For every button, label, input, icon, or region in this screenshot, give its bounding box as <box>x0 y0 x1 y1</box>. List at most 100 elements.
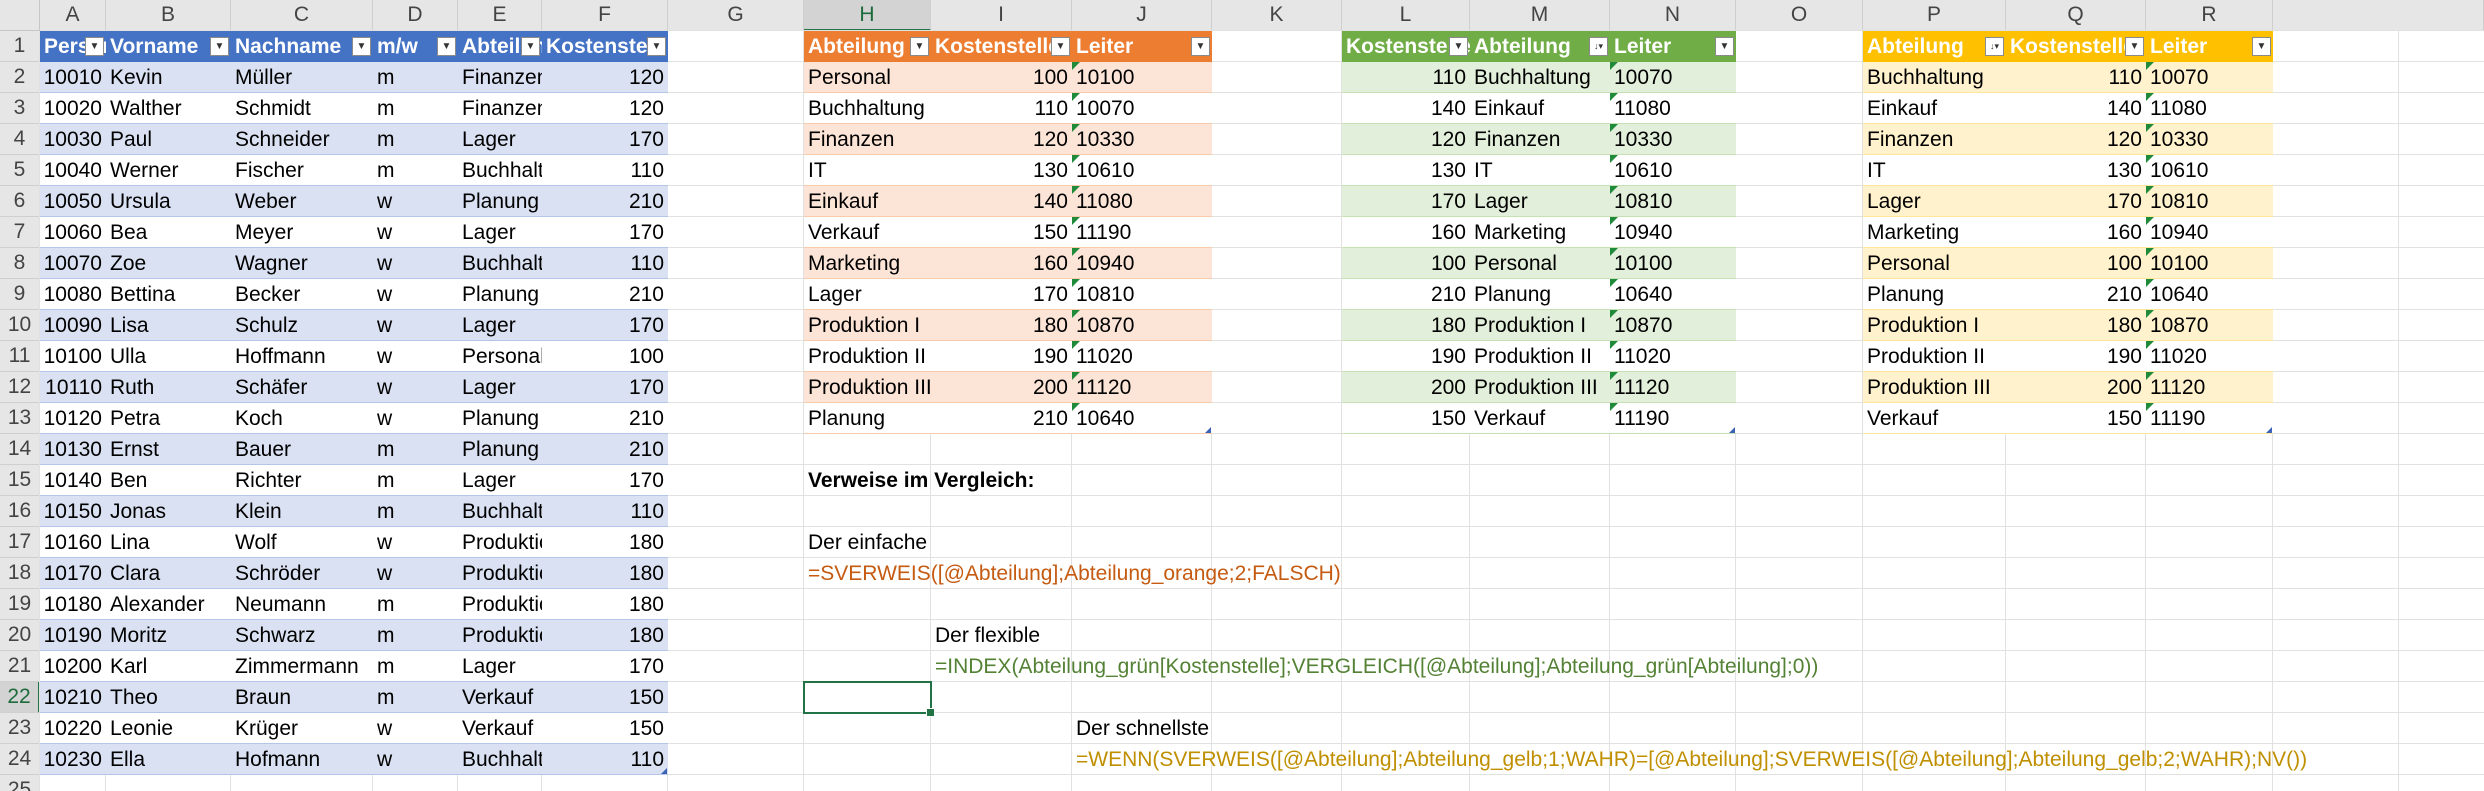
row-header-16[interactable]: 16 <box>0 496 40 527</box>
persons-cell[interactable]: 180 <box>542 589 668 620</box>
green-cell[interactable]: 170 <box>1342 186 1470 217</box>
yellow-cell[interactable]: 10940 <box>2146 217 2273 248</box>
green-cell[interactable]: Buchhaltung <box>1470 62 1610 93</box>
green-cell[interactable]: 200 <box>1342 372 1470 403</box>
orange-cell[interactable]: 10100 <box>1072 62 1212 93</box>
orange-cell[interactable]: Buchhaltung <box>804 93 931 124</box>
dropdown-arrow-icon[interactable]: ▼ <box>85 37 104 56</box>
persons-cell[interactable]: 170 <box>542 217 668 248</box>
row-header-3[interactable]: 3 <box>0 93 40 124</box>
orange-cell[interactable]: 200 <box>931 372 1072 403</box>
persons-cell[interactable]: Bea <box>106 217 231 248</box>
green-cell[interactable]: Einkauf <box>1470 93 1610 124</box>
yellow-cell[interactable]: Produktion III <box>1863 372 2006 403</box>
row-header-19[interactable]: 19 <box>0 589 40 620</box>
persons-cell[interactable]: 180 <box>542 620 668 651</box>
orange-cell[interactable]: 10810 <box>1072 279 1212 310</box>
persons-cell[interactable]: w <box>373 744 458 775</box>
persons-cell[interactable]: Klein <box>231 496 373 527</box>
persons-cell[interactable]: 170 <box>542 310 668 341</box>
persons-cell[interactable]: m <box>373 62 458 93</box>
yellow-cell[interactable]: 10640 <box>2146 279 2273 310</box>
row-header-4[interactable]: 4 <box>0 124 40 155</box>
persons-cell[interactable]: Verkauf <box>458 713 542 744</box>
persons-cell[interactable]: w <box>373 372 458 403</box>
persons-cell[interactable]: Finanzen <box>458 62 542 93</box>
yellow-cell[interactable]: 11020 <box>2146 341 2273 372</box>
persons-cell[interactable]: 210 <box>542 279 668 310</box>
orange-cell[interactable]: 180 <box>931 310 1072 341</box>
green-cell[interactable]: 10640 <box>1610 279 1736 310</box>
sort-filter-icon[interactable]: ↓▾ <box>1985 37 2004 56</box>
yellow-cell[interactable]: 160 <box>2006 217 2146 248</box>
orange-cell[interactable]: Einkauf <box>804 186 931 217</box>
fastest-formula[interactable]: =WENN(SVERWEIS([@Abteilung];Abteilung_ge… <box>1076 744 2307 775</box>
persons-cell[interactable]: Finanzen <box>458 93 542 124</box>
green-cell[interactable]: 11190 <box>1610 403 1736 434</box>
persons-cell[interactable]: Hofmann <box>231 744 373 775</box>
column-header-r[interactable]: R <box>2146 0 2273 31</box>
persons-cell[interactable]: m <box>373 620 458 651</box>
flexible-formula[interactable]: =INDEX(Abteilung_grün[Kostenstelle];VERG… <box>935 651 1818 682</box>
persons-cell[interactable]: Weber <box>231 186 373 217</box>
persons-cell[interactable]: m <box>373 589 458 620</box>
persons-cell[interactable]: w <box>373 558 458 589</box>
flexible-label[interactable]: Der flexible <box>935 620 1040 651</box>
dropdown-arrow-icon[interactable]: ▼ <box>1191 37 1210 56</box>
yellow-cell[interactable]: Planung <box>1863 279 2006 310</box>
persons-cell[interactable]: 10050 <box>40 186 106 217</box>
orange-cell[interactable]: 11080 <box>1072 186 1212 217</box>
persons-cell[interactable]: Krüger <box>231 713 373 744</box>
row-header-13[interactable]: 13 <box>0 403 40 434</box>
persons-cell[interactable]: 10020 <box>40 93 106 124</box>
persons-cell[interactable]: Lager <box>458 310 542 341</box>
column-header-b[interactable]: B <box>106 0 231 31</box>
persons-cell[interactable]: 180 <box>542 558 668 589</box>
persons-cell[interactable]: 10100 <box>40 341 106 372</box>
persons-cell[interactable]: Leonie <box>106 713 231 744</box>
persons-cell[interactable]: w <box>373 186 458 217</box>
persons-cell[interactable]: w <box>373 217 458 248</box>
persons-cell[interactable]: Buchhaltung <box>458 155 542 186</box>
column-header-p[interactable]: P <box>1863 0 2006 31</box>
spreadsheet-grid[interactable]: A B C D E F G H I J K L M N O P Q R 1 2 3 4 5 6 7 8 9 10 11 12 13 14 15 1… <box>0 0 2484 791</box>
persons-cell[interactable]: Jonas <box>106 496 231 527</box>
persons-cell[interactable]: Lager <box>458 465 542 496</box>
column-header-m[interactable]: M <box>1470 0 1610 31</box>
green-cell[interactable]: 110 <box>1342 62 1470 93</box>
yellow-cell[interactable]: Lager <box>1863 186 2006 217</box>
persons-cell[interactable]: 10200 <box>40 651 106 682</box>
yellow-cell[interactable]: 100 <box>2006 248 2146 279</box>
green-cell[interactable]: 100 <box>1342 248 1470 279</box>
persons-cell[interactable]: Wolf <box>231 527 373 558</box>
persons-cell[interactable]: Planung <box>458 186 542 217</box>
persons-cell[interactable]: Theo <box>106 682 231 713</box>
column-header-h[interactable]: H <box>804 0 931 31</box>
orange-cell[interactable]: Personal <box>804 62 931 93</box>
dropdown-arrow-icon[interactable]: ▼ <box>647 37 666 56</box>
persons-cell[interactable]: w <box>373 341 458 372</box>
persons-cell[interactable]: 10170 <box>40 558 106 589</box>
persons-cell[interactable]: 170 <box>542 372 668 403</box>
persons-cell[interactable]: 10160 <box>40 527 106 558</box>
dropdown-arrow-icon[interactable]: ▼ <box>1051 37 1070 56</box>
row-header-17[interactable]: 17 <box>0 527 40 558</box>
green-cell[interactable]: Marketing <box>1470 217 1610 248</box>
persons-cell[interactable]: 180 <box>542 527 668 558</box>
green-cell[interactable]: Verkauf <box>1470 403 1610 434</box>
yellow-cell[interactable]: 190 <box>2006 341 2146 372</box>
dropdown-arrow-icon[interactable]: ▼ <box>1715 37 1734 56</box>
column-header-l[interactable]: L <box>1342 0 1470 31</box>
persons-cell[interactable]: w <box>373 310 458 341</box>
persons-cell[interactable]: Buchhaltung <box>458 744 542 775</box>
yellow-cell[interactable]: Produktion II <box>1863 341 2006 372</box>
persons-cell[interactable]: Produktion I <box>458 589 542 620</box>
row-header-9[interactable]: 9 <box>0 279 40 310</box>
dropdown-arrow-icon[interactable]: ▼ <box>352 37 371 56</box>
persons-cell[interactable]: 10120 <box>40 403 106 434</box>
persons-cell[interactable]: w <box>373 403 458 434</box>
green-cell[interactable]: Lager <box>1470 186 1610 217</box>
persons-cell[interactable]: Lager <box>458 217 542 248</box>
green-cell[interactable]: 160 <box>1342 217 1470 248</box>
persons-cell[interactable]: 10180 <box>40 589 106 620</box>
